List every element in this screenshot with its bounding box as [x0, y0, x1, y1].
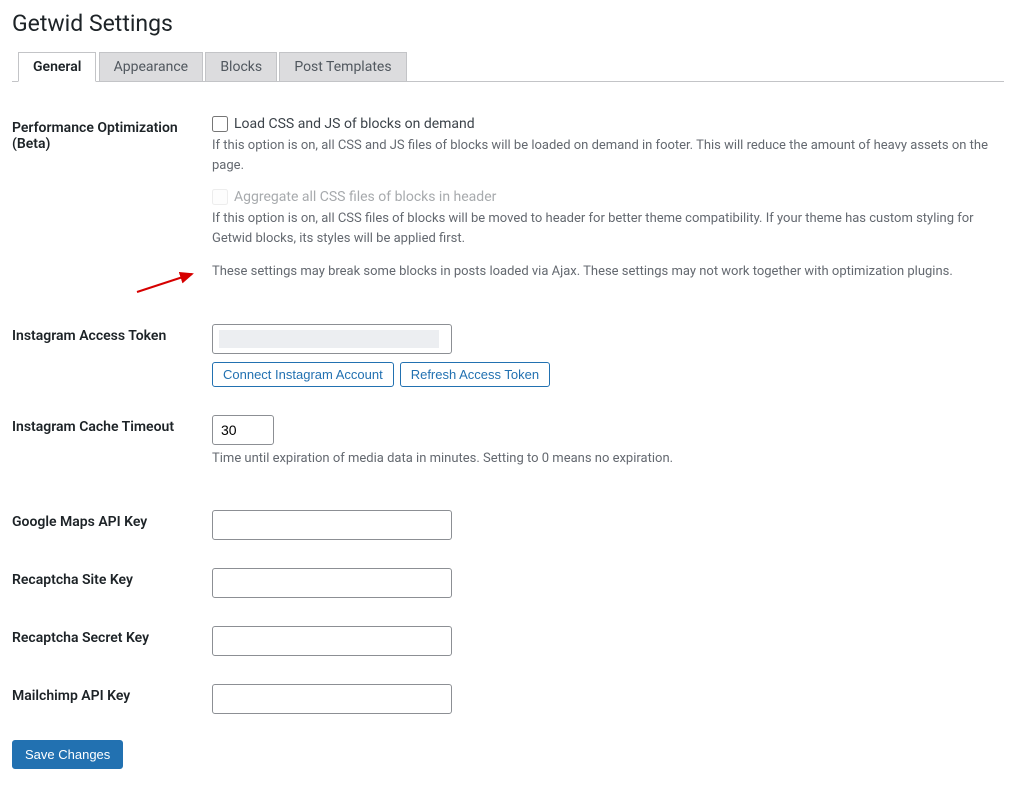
aggregate-css-checkbox: [212, 189, 228, 205]
instagram-cache-label: Instagram Cache Timeout: [12, 401, 212, 497]
tab-bar: General Appearance Blocks Post Templates: [12, 51, 1004, 82]
tab-post-templates[interactable]: Post Templates: [279, 52, 406, 81]
tab-general[interactable]: General: [18, 52, 96, 82]
instagram-token-label: Instagram Access Token: [12, 310, 212, 401]
recaptcha-site-label: Recaptcha Site Key: [12, 554, 212, 612]
mailchimp-api-label: Mailchimp API Key: [12, 670, 212, 728]
redacted-value: [219, 330, 439, 348]
connect-instagram-button[interactable]: Connect Instagram Account: [212, 362, 394, 387]
tab-blocks[interactable]: Blocks: [205, 52, 277, 81]
instagram-cache-description: Time until expiration of media data in m…: [212, 449, 994, 469]
page-title: Getwid Settings: [12, 10, 1004, 37]
perf-optimization-label: Performance Optimization (Beta): [12, 102, 212, 310]
aggregate-css-description: If this option is on, all CSS files of b…: [212, 209, 994, 248]
tab-appearance[interactable]: Appearance: [99, 52, 203, 81]
gmaps-api-input[interactable]: [212, 510, 452, 540]
instagram-token-input[interactable]: [212, 324, 452, 354]
mailchimp-api-input[interactable]: [212, 684, 452, 714]
recaptcha-secret-input[interactable]: [212, 626, 452, 656]
settings-form: Performance Optimization (Beta) Load CSS…: [12, 102, 1004, 728]
recaptcha-secret-label: Recaptcha Secret Key: [12, 612, 212, 670]
instagram-cache-input[interactable]: [212, 415, 274, 445]
save-changes-button[interactable]: Save Changes: [12, 740, 123, 769]
recaptcha-site-input[interactable]: [212, 568, 452, 598]
load-on-demand-checkbox[interactable]: [212, 116, 228, 132]
refresh-token-button[interactable]: Refresh Access Token: [400, 362, 550, 387]
load-on-demand-label: Load CSS and JS of blocks on demand: [234, 116, 475, 132]
gmaps-api-label: Google Maps API Key: [12, 496, 212, 554]
aggregate-css-label: Aggregate all CSS files of blocks in hea…: [234, 189, 496, 205]
perf-warning-text: These settings may break some blocks in …: [212, 262, 994, 282]
load-on-demand-description: If this option is on, all CSS and JS fil…: [212, 136, 994, 175]
